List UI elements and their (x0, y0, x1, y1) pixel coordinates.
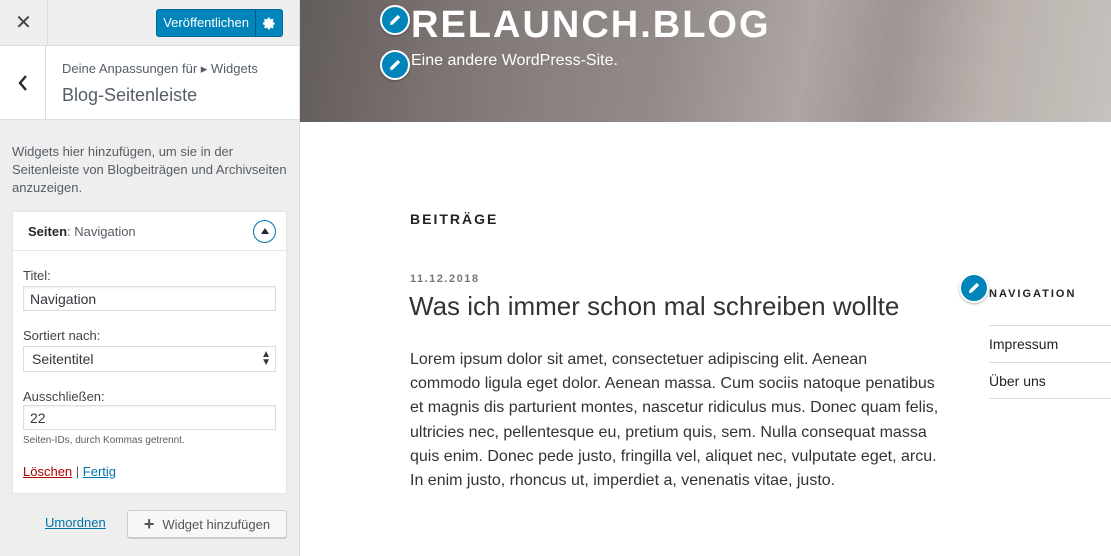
section-title: Blog-Seitenleiste (62, 85, 198, 105)
sort-select[interactable]: Seitentitel ▲ ▼ (23, 346, 276, 372)
navigation-widget-title: NAVIGATION (989, 288, 1077, 300)
close-customizer-button[interactable]: ✕ (0, 0, 48, 45)
arrow-up-icon (260, 228, 269, 234)
widget-type-name: Seiten (28, 224, 68, 239)
exclude-field[interactable] (23, 405, 276, 430)
widget-title: Seiten: Navigation (28, 224, 136, 239)
nav-item-impressum[interactable]: Impressum (989, 325, 1111, 362)
widget-actions: Löschen | Fertig (23, 464, 116, 479)
breadcrumb: Deine Anpassungen für ▸ Widgets (62, 61, 258, 76)
widget-instance-title: : Navigation (67, 224, 136, 239)
add-widget-label: Widget hinzufügen (162, 516, 271, 532)
add-widget-button[interactable]: + Widget hinzufügen (127, 510, 287, 538)
edit-widget-shortcut[interactable] (959, 273, 989, 303)
site-tagline: Eine andere WordPress-Site. (411, 52, 618, 69)
reorder-link[interactable]: Umordnen (45, 515, 106, 530)
chevron-left-icon (17, 74, 27, 91)
customizer-sidebar: ✕ Veröffentlichen Deine Anpassungen für … (0, 0, 300, 556)
section-description: Widgets hier hinzufügen, um sie in der S… (12, 144, 287, 195)
post-body: Lorem ipsum dolor sit amet, consectetuer… (410, 351, 939, 490)
exclude-help-text: Seiten-IDs, durch Kommas getrennt. (23, 435, 185, 446)
widget-header[interactable]: Seiten: Navigation (13, 212, 286, 251)
widget-collapse-toggle[interactable] (253, 220, 276, 243)
pencil-icon (968, 282, 980, 294)
customizer-header: ✕ Veröffentlichen (0, 0, 299, 46)
edit-site-title-shortcut[interactable] (380, 5, 410, 35)
exclude-field-label: Ausschließen: (23, 389, 105, 404)
navigation-list: Impressum Über uns (989, 325, 1111, 399)
sort-select-value: Seitentitel (32, 351, 94, 367)
section-header: Deine Anpassungen für ▸ Widgets Blog-Sei… (0, 46, 299, 120)
nav-item-ueber-uns[interactable]: Über uns (989, 362, 1111, 399)
publish-button[interactable]: Veröffentlichen (156, 9, 255, 37)
delete-widget-link[interactable]: Löschen (23, 464, 72, 479)
select-arrows-icon: ▲ ▼ (261, 349, 271, 368)
close-icon: ✕ (15, 12, 32, 34)
plus-icon: + (143, 514, 155, 534)
publish-settings-button[interactable] (255, 9, 283, 37)
link-separator: | (75, 464, 80, 479)
gear-icon (262, 17, 275, 29)
sort-field-label: Sortiert nach: (23, 328, 101, 343)
publish-controls: Veröffentlichen (156, 9, 283, 37)
pencil-icon (389, 59, 401, 71)
done-widget-link[interactable]: Fertig (83, 464, 116, 479)
title-field-label: Titel: (23, 268, 51, 283)
edit-tagline-shortcut[interactable] (380, 50, 410, 80)
post-date[interactable]: 11.12.2018 (410, 273, 479, 285)
pencil-icon (389, 14, 401, 26)
site-title[interactable]: RELAUNCH.BLOG (411, 4, 771, 47)
posts-heading: BEITRÄGE (410, 211, 499, 227)
title-field[interactable] (23, 286, 276, 311)
pages-widget: Seiten: Navigation Titel: Sortiert nach:… (12, 211, 287, 494)
back-button[interactable] (0, 46, 46, 119)
site-preview: RELAUNCH.BLOG Eine andere WordPress-Site… (300, 0, 1111, 556)
post-title[interactable]: Was ich immer schon mal schreiben wollte (409, 291, 899, 322)
